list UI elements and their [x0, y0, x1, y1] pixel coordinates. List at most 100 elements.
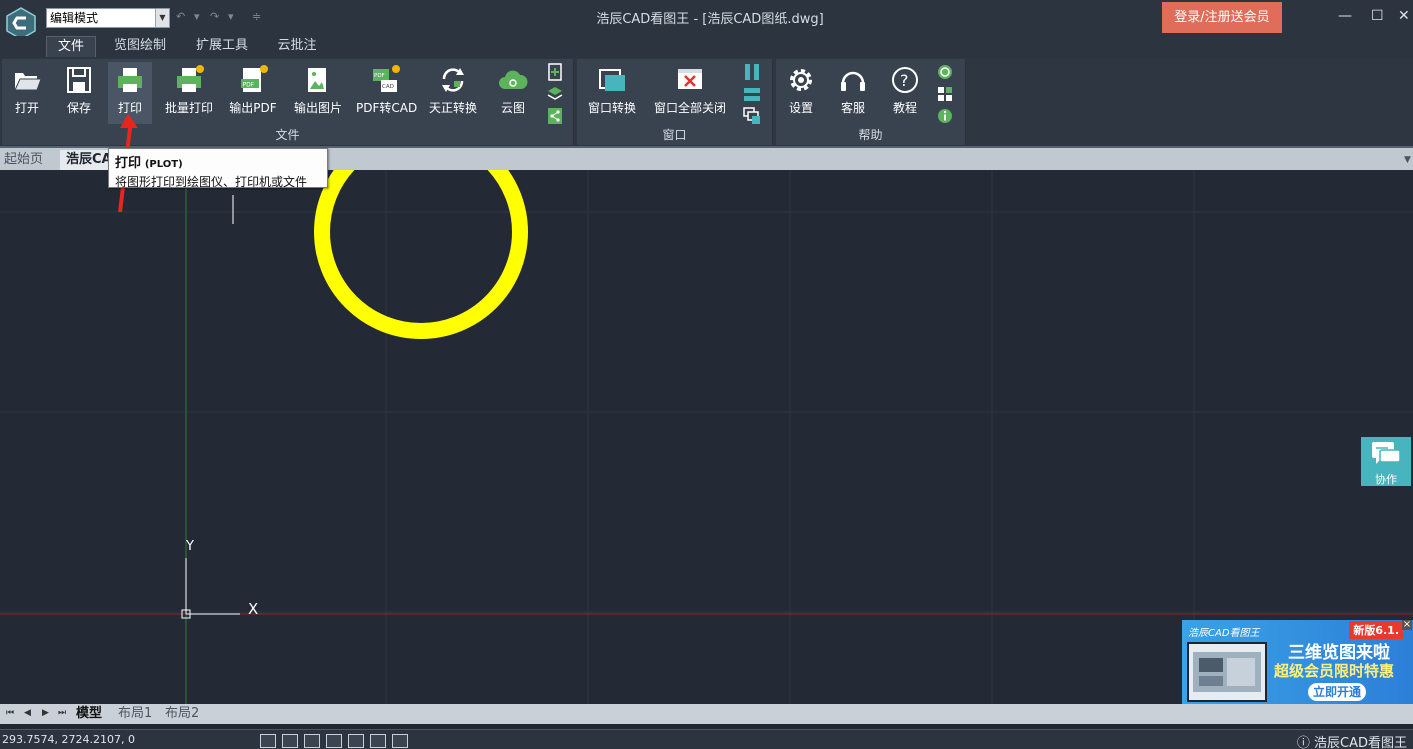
status-info-icon[interactable]: ⓘ	[1297, 736, 1310, 749]
undo-icon[interactable]: ↶	[176, 10, 185, 23]
batch-printer-icon	[177, 65, 204, 92]
tangent-convert-label: 天正转换	[428, 101, 477, 115]
pdf-to-cad-icon: PDF CAD	[373, 65, 400, 92]
svg-text:CAD: CAD	[382, 84, 394, 90]
ad-close-icon[interactable]: ×	[1402, 620, 1412, 630]
settings-button[interactable]: 设置	[778, 62, 824, 124]
first-layout-icon[interactable]: ⏮	[6, 708, 14, 718]
file-group-label: 文件	[275, 128, 300, 142]
status-app-label: 浩辰CAD看图王	[1314, 736, 1407, 749]
batch-print-button[interactable]: 批量打印	[160, 62, 218, 124]
grid-icon[interactable]	[282, 734, 298, 748]
menu-tab-file[interactable]: 文件	[46, 36, 96, 57]
update-icon[interactable]	[936, 63, 954, 81]
tile-horizontal-icon[interactable]	[743, 85, 761, 103]
chevron-down-icon[interactable]: ▼	[155, 9, 169, 27]
save-icon	[67, 67, 91, 93]
image-export-icon	[308, 68, 326, 92]
ad-activate-button[interactable]: 立即开通	[1308, 683, 1366, 701]
ribbon-group-help: 设置 客服 ? 教程 帮助	[776, 59, 966, 145]
snap-icon[interactable]	[260, 734, 276, 748]
customer-service-button[interactable]: 客服	[830, 62, 876, 124]
menu-tab-view-draw[interactable]: 览图绘制	[106, 36, 174, 57]
tooltip-description: 将图形打印到绘图仪、打印机或文件	[115, 175, 308, 189]
next-layout-icon[interactable]: ▶	[42, 708, 49, 718]
collaborate-button[interactable]: 协作	[1361, 437, 1411, 486]
cloud-drawing-label: 云图	[500, 101, 525, 115]
open-label: 打开	[14, 101, 39, 115]
otrack-icon[interactable]	[370, 734, 386, 748]
close-all-windows-button[interactable]: 窗口全部关闭	[649, 62, 731, 124]
svg-text:PDF: PDF	[374, 73, 385, 79]
chat-icon	[1372, 442, 1401, 464]
cloud-drawing-button[interactable]: 云图	[492, 62, 534, 124]
tabs-dropdown-icon[interactable]: ▼	[1404, 150, 1411, 170]
menu-tab-extend-tools[interactable]: 扩展工具	[188, 36, 256, 57]
maximize-icon[interactable]: ☐	[1371, 8, 1384, 24]
undo-dropdown-icon[interactable]: ▾	[194, 10, 200, 23]
promo-ad[interactable]: 浩辰CAD看图王 新版6.1. × 三维览图来啦 超级会员限时特惠 立即开通	[1182, 620, 1413, 708]
redo-dropdown-icon[interactable]: ▾	[228, 10, 234, 23]
customize-toolbar-icon[interactable]: ≑	[252, 10, 261, 23]
open-button[interactable]: 打开	[4, 62, 50, 124]
ucs-x-label: X	[248, 600, 259, 618]
tab-layout1[interactable]: 布局1	[118, 705, 152, 723]
tooltip-title: 打印	[115, 156, 142, 171]
window-switch-button[interactable]: 窗口转换	[579, 62, 645, 124]
window-switch-icon	[599, 69, 625, 91]
export-pdf-button[interactable]: PDF 输出PDF	[226, 62, 280, 124]
print-tooltip: 打印 (PLOT) 将图形打印到绘图仪、打印机或文件	[108, 148, 328, 189]
headset-icon	[841, 71, 865, 91]
cascade-icon[interactable]	[743, 107, 761, 125]
title-bar: 编辑模式 ▼ ↶ ▾ ↷ ▾ ≑ 浩辰CAD看图王 - [浩辰CAD图纸.dwg…	[0, 0, 1413, 40]
tile-vertical-icon[interactable]	[743, 63, 761, 81]
svg-text:?: ?	[900, 71, 909, 90]
layout-tabs-bar: ⏮ ◀ ▶ ⏭ 模型 布局1 布局2	[0, 704, 1413, 724]
last-layout-icon[interactable]: ⏭	[58, 708, 66, 718]
app-logo-icon[interactable]	[4, 6, 38, 40]
svg-text:PDF: PDF	[243, 82, 255, 89]
tutorial-button[interactable]: ? 教程	[882, 62, 928, 124]
ortho-icon[interactable]	[304, 734, 320, 748]
lineweight-icon[interactable]	[392, 734, 408, 748]
tab-start-page[interactable]: 起始页	[4, 150, 43, 170]
mode-select-value: 编辑模式	[50, 11, 99, 25]
folder-open-icon	[14, 73, 42, 91]
menu-bar: 文件 览图绘制 扩展工具 云批注 _ ❐	[0, 36, 1413, 87]
polar-icon[interactable]	[326, 734, 342, 748]
new-file-icon[interactable]	[546, 63, 564, 81]
window-group-label: 窗口	[662, 128, 687, 142]
ad-version-badge: 新版6.1.	[1349, 621, 1403, 639]
layers-icon[interactable]	[546, 85, 564, 103]
ad-3d-model-icon	[1193, 652, 1261, 692]
tab-model[interactable]: 模型	[76, 705, 102, 723]
info-icon[interactable]	[936, 107, 954, 125]
pdf-export-icon: PDF	[241, 65, 268, 92]
close-all-windows-label: 窗口全部关闭	[653, 101, 726, 115]
collaborate-label: 协作	[1375, 473, 1397, 486]
customer-service-label: 客服	[840, 101, 865, 115]
tab-layout2[interactable]: 布局2	[165, 705, 199, 723]
export-image-button[interactable]: 输出图片	[288, 62, 348, 124]
window-title: 浩辰CAD看图王 - [浩辰CAD图纸.dwg]	[596, 12, 824, 27]
redo-icon[interactable]: ↷	[210, 10, 219, 23]
ribbon-group-file: 打开 保存 打印 批量打印 PDF 输出PDF 输出图片 PDF CAD PDF…	[2, 59, 574, 145]
menu-tab-cloud-annotate[interactable]: 云批注	[268, 36, 326, 57]
prev-layout-icon[interactable]: ◀	[24, 708, 31, 718]
tangent-convert-button[interactable]: 天正转换	[422, 62, 484, 124]
printer-icon	[118, 68, 142, 92]
close-icon[interactable]: ✕	[1398, 8, 1410, 24]
help-icon: ?	[892, 67, 918, 93]
close-all-windows-icon	[678, 69, 702, 89]
pdf-to-cad-label: PDF转CAD	[356, 101, 418, 115]
save-button[interactable]: 保存	[56, 62, 102, 124]
ribbon: 打开 保存 打印 批量打印 PDF 输出PDF 输出图片 PDF CAD PDF…	[0, 58, 1413, 146]
mode-select[interactable]: 编辑模式 ▼	[46, 8, 170, 28]
pdf-to-cad-button[interactable]: PDF CAD PDF转CAD	[356, 62, 418, 124]
share-icon[interactable]	[546, 107, 564, 125]
ad-brand: 浩辰CAD看图王	[1188, 628, 1260, 639]
minimize-icon[interactable]: —	[1338, 8, 1352, 24]
osnap-icon[interactable]	[348, 734, 364, 748]
login-register-button[interactable]: 登录/注册送会员	[1162, 2, 1282, 33]
apps-grid-icon[interactable]	[936, 85, 954, 103]
